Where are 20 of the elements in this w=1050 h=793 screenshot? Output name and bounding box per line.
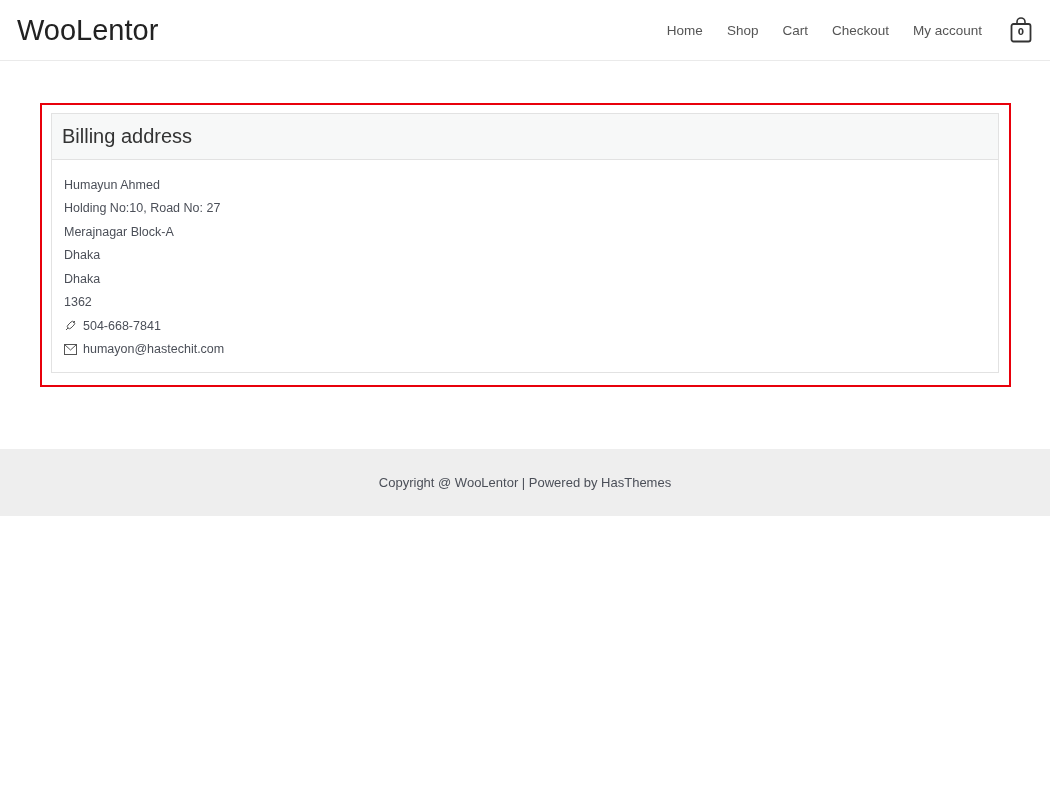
nav-link[interactable]: Checkout xyxy=(819,22,901,38)
address-line: Dhaka xyxy=(64,271,101,286)
copyright-text: Copyright @ WooLentor | Powered by HasThemes xyxy=(378,475,672,490)
nav-link[interactable]: Cart xyxy=(770,22,820,38)
site-title[interactable]: WooLentor xyxy=(17,13,159,47)
nav-link[interactable]: Shop xyxy=(714,22,771,38)
phone-number: 504-668-7841 xyxy=(83,318,161,333)
nav-link[interactable]: Home xyxy=(654,22,715,38)
email-address: humayon@hastechit.com xyxy=(83,342,225,357)
address-line: Merajnagar Block-A xyxy=(64,224,174,239)
cart-count: 0 xyxy=(1016,27,1026,37)
nav-link[interactable]: My account xyxy=(900,22,994,38)
shopping-bag-icon xyxy=(1010,17,1032,43)
address-line: Dhaka xyxy=(64,248,101,263)
address-line: Holding No:10, Road No: 27 xyxy=(64,201,221,216)
billing-title: Billing address xyxy=(62,125,194,148)
address-line: Humayun Ahmed xyxy=(64,177,160,192)
envelope-icon xyxy=(64,343,77,355)
cart-button[interactable]: 0 xyxy=(1010,17,1032,43)
address-line: 1362 xyxy=(64,295,92,310)
